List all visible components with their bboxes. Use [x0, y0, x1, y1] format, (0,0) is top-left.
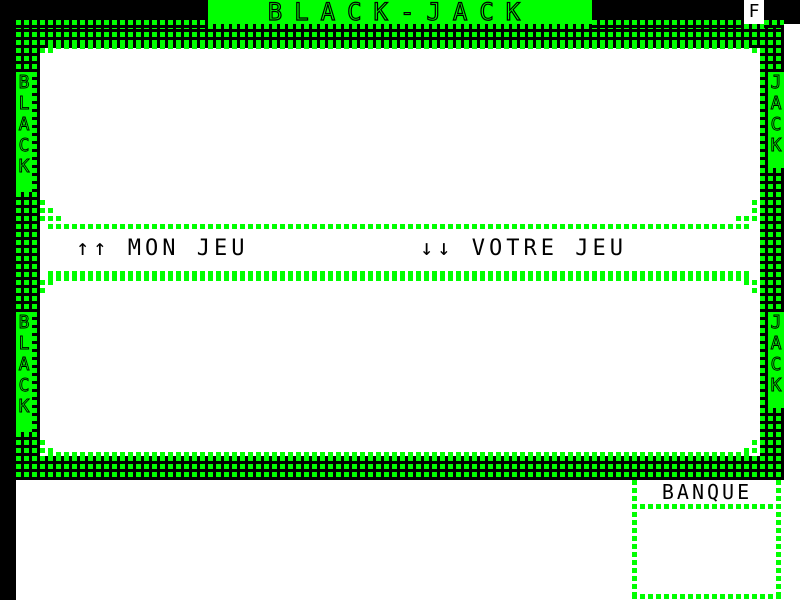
side-letter: K [770, 135, 782, 157]
corner-key: F [744, 0, 764, 24]
side-letter: B [18, 312, 30, 334]
corner-dot [752, 48, 757, 53]
corner-dot [752, 208, 757, 213]
player-area-top-border [48, 276, 752, 281]
dealer-area-top-border [48, 44, 752, 49]
player-area-bottom-border [48, 452, 752, 457]
bank-panel-bottom-border [632, 594, 781, 599]
corner-dot [48, 48, 53, 53]
corner-dot [752, 216, 757, 221]
corner-dot [40, 200, 45, 205]
corner-dot [40, 208, 45, 213]
side-letter: L [18, 333, 30, 355]
side-letter: C [770, 354, 782, 376]
corner-dot [744, 40, 749, 45]
game-title: BLACK-JACK [267, 0, 533, 26]
grid-frame-top-extension [16, 20, 208, 28]
right-side-label-top: J A C K [768, 72, 784, 157]
dealer-hand-area [40, 48, 760, 224]
player-hand-area [40, 280, 760, 452]
side-letter: J [770, 312, 782, 334]
corner-dot [752, 200, 757, 205]
side-letter: K [770, 375, 782, 397]
grid-frame-top-extension-right [592, 20, 744, 28]
corner-dot [40, 216, 45, 221]
corner-dot [744, 448, 749, 453]
corner-dot [752, 440, 757, 445]
corner-dot [744, 216, 749, 221]
grid-frame-top-extension-far-right [764, 20, 784, 28]
side-letter: J [770, 72, 782, 94]
side-letter: B [18, 72, 30, 94]
grid-frame-bottom [16, 456, 784, 480]
side-letter: C [18, 135, 30, 157]
dealer-hand-label: ↑↑ MON JEU [76, 236, 249, 261]
corner-dot [752, 288, 757, 293]
side-letter: C [18, 375, 30, 397]
side-letter: A [18, 354, 30, 376]
bank-balance-area [640, 512, 772, 592]
corner-dot [48, 208, 53, 213]
right-side-label-bottom: J A C K [768, 312, 784, 397]
corner-dot [752, 448, 757, 453]
left-side-label-top: B L A C K [16, 72, 32, 178]
bank-panel-divider [632, 504, 781, 509]
side-letter: K [18, 156, 30, 178]
corner-dot [56, 216, 61, 221]
corner-dot [40, 40, 45, 45]
player-hand-label: ↓↓ VOTRE JEU [420, 236, 627, 261]
corner-dot [40, 448, 45, 453]
corner-dot [736, 216, 741, 221]
corner-dot [752, 280, 757, 285]
side-letter: C [770, 114, 782, 136]
bank-panel-right-border [776, 480, 781, 600]
bank-panel-left-border [632, 480, 637, 600]
left-side-label-bottom: B L A C K [16, 312, 32, 418]
corner-dot [48, 216, 53, 221]
bank-title: BANQUE [661, 480, 753, 504]
corner-dot [40, 440, 45, 445]
corner-dot [40, 288, 45, 293]
corner-dot [744, 280, 749, 285]
corner-dot [48, 280, 53, 285]
side-letter: A [770, 333, 782, 355]
side-letter: A [770, 93, 782, 115]
corner-dot [40, 280, 45, 285]
corner-dot [40, 48, 45, 53]
corner-dot [48, 448, 53, 453]
side-letter: A [18, 114, 30, 136]
side-letter: K [18, 396, 30, 418]
side-letter: L [18, 93, 30, 115]
